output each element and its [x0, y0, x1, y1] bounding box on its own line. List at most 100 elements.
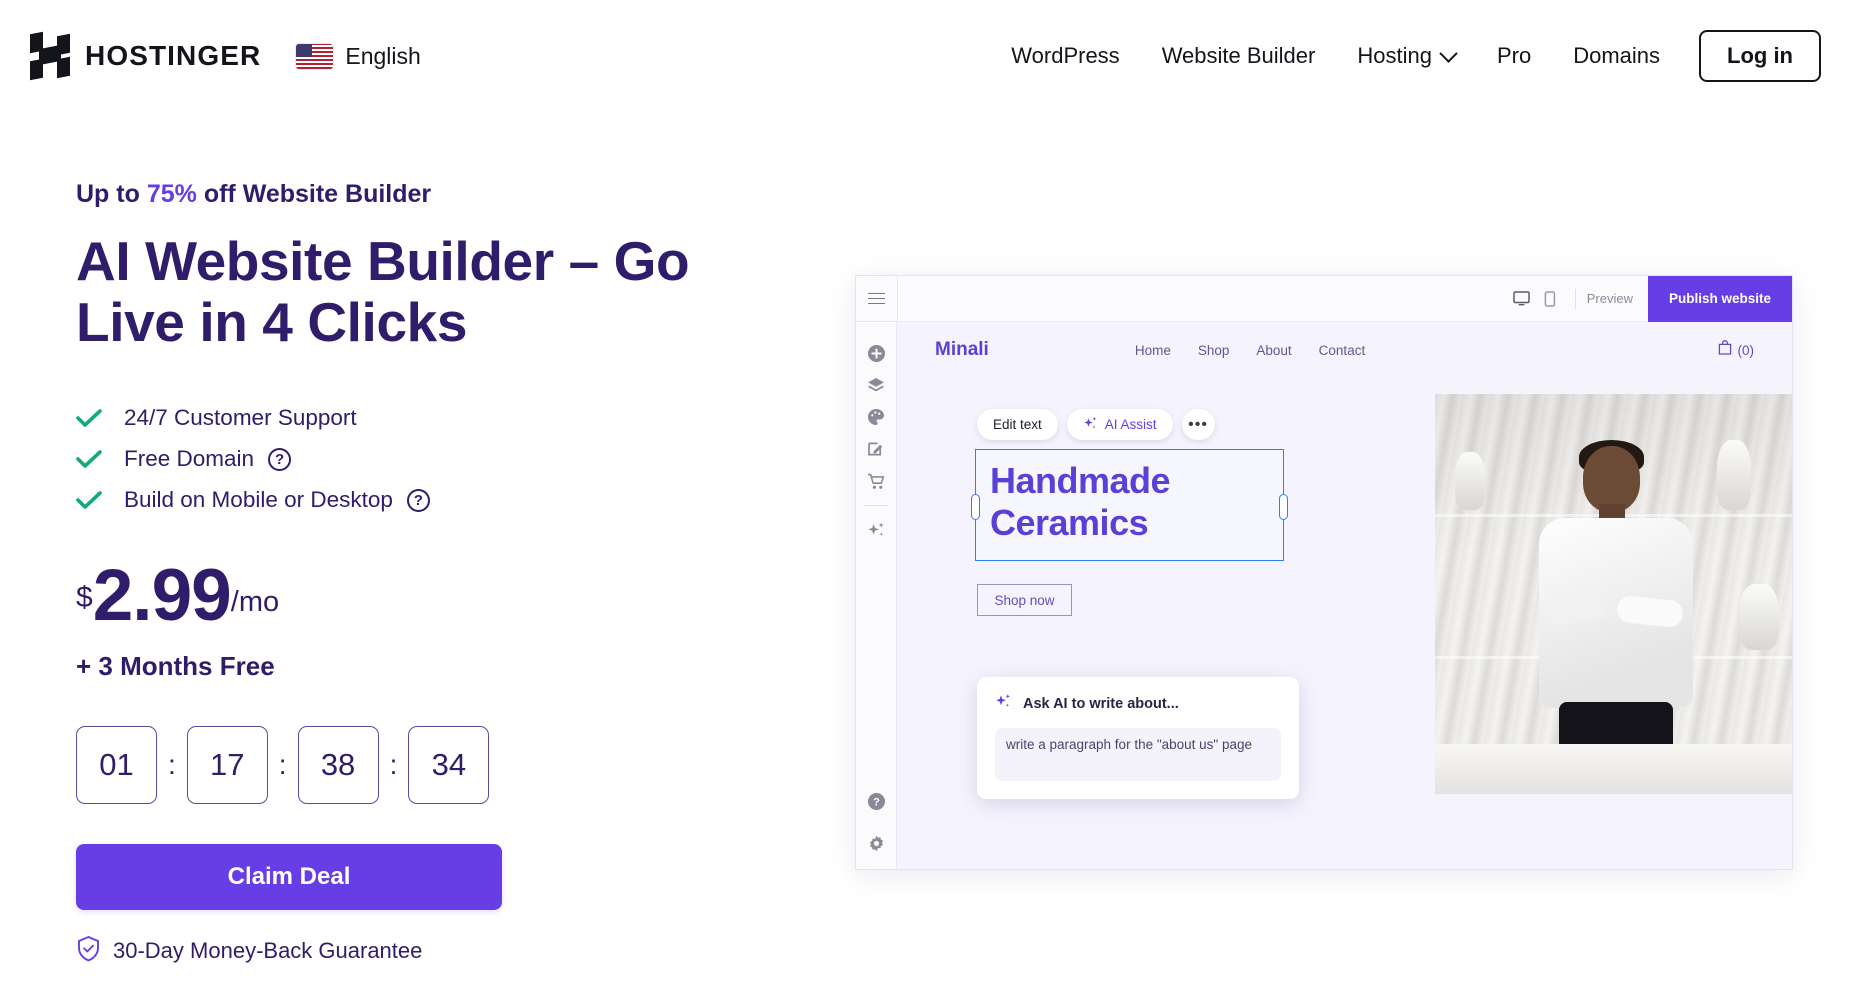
- timer-separator: :: [389, 749, 398, 781]
- promo-eyebrow: Up to 75% off Website Builder: [76, 180, 756, 209]
- site-brand: Minali: [935, 339, 989, 360]
- site-nav-contact[interactable]: Contact: [1319, 343, 1366, 358]
- feature-list: 24/7 Customer Support Free Domain ? Buil…: [76, 398, 756, 520]
- nav-label: Domains: [1573, 43, 1661, 68]
- ai-assist-button[interactable]: AI Assist: [1066, 409, 1173, 440]
- heading-text: Handmade Ceramics: [990, 460, 1171, 544]
- language-selector[interactable]: English: [296, 43, 421, 70]
- builder-sidebar-bottom: ?: [856, 785, 897, 859]
- shop-now-button[interactable]: Shop now: [977, 584, 1072, 616]
- check-icon: [76, 490, 102, 510]
- brand-logo[interactable]: HOSTINGER: [30, 31, 262, 81]
- feature-item-build-anywhere: Build on Mobile or Desktop ?: [76, 480, 756, 520]
- builder-top-bar-actions: Preview Publish website: [1508, 276, 1792, 322]
- timer-days: 01: [76, 726, 157, 805]
- more-options-button[interactable]: •••: [1181, 409, 1215, 440]
- claim-deal-button[interactable]: Claim Deal: [76, 844, 502, 911]
- site-nav-home[interactable]: Home: [1135, 343, 1171, 358]
- site-nav-shop[interactable]: Shop: [1198, 343, 1230, 358]
- hero-photo: [1435, 394, 1792, 794]
- primary-nav-links: WordPress Website Builder Hosting Pro Do…: [990, 30, 1821, 82]
- selected-heading-block[interactable]: Handmade Ceramics: [971, 449, 1288, 561]
- plus-icon[interactable]: [863, 337, 889, 369]
- check-icon: [76, 449, 102, 469]
- ai-assist-label: AI Assist: [1104, 417, 1157, 432]
- promo-prefix: Up to: [76, 180, 147, 208]
- timer-separator: :: [168, 749, 176, 781]
- nav-item-domains[interactable]: Domains: [1552, 43, 1681, 69]
- ai-panel-header: Ask AI to write about...: [995, 693, 1281, 715]
- shield-check-icon: [76, 935, 101, 967]
- element-edit-toolbar: Edit text AI Assist •••: [977, 409, 1215, 440]
- brand-name: HOSTINGER: [85, 40, 262, 71]
- guarantee-label: 30-Day Money-Back Guarantee: [113, 938, 423, 964]
- help-icon[interactable]: ?: [268, 447, 292, 471]
- edit-icon[interactable]: [863, 433, 889, 465]
- resize-handle-right[interactable]: [1279, 494, 1288, 520]
- person-photo: [1531, 440, 1701, 794]
- hostinger-landing-page: HOSTINGER English WordPress Website Buil…: [0, 0, 1849, 1005]
- nav-label: WordPress: [1011, 43, 1120, 68]
- cart-icon[interactable]: [863, 465, 889, 497]
- timer-seconds: 34: [408, 726, 490, 805]
- sparkles-icon: [1083, 416, 1098, 434]
- site-header: Minali Home Shop About Contact (0): [897, 322, 1792, 378]
- feature-item-free-domain: Free Domain ?: [76, 439, 756, 479]
- help-icon[interactable]: ?: [864, 785, 890, 817]
- currency-symbol: $: [76, 581, 93, 615]
- palette-icon[interactable]: [863, 401, 889, 433]
- price-display: $ 2.99 /mo: [76, 555, 756, 637]
- layers-icon[interactable]: [863, 369, 889, 401]
- ai-panel-title: Ask AI to write about...: [1023, 696, 1179, 712]
- site-nav: Home Shop About Contact: [1135, 343, 1365, 358]
- nav-item-website-builder[interactable]: Website Builder: [1141, 43, 1337, 69]
- price-period: /mo: [230, 586, 280, 619]
- builder-top-bar: Preview Publish website: [856, 276, 1792, 322]
- site-nav-about[interactable]: About: [1256, 343, 1291, 358]
- nav-item-wordpress[interactable]: WordPress: [990, 43, 1140, 69]
- preview-button[interactable]: Preview: [1587, 291, 1633, 306]
- price-amount: 2.99: [92, 555, 232, 637]
- foreground-surface: [1435, 744, 1792, 794]
- svg-text:?: ?: [873, 796, 880, 808]
- timer-separator: :: [278, 749, 287, 781]
- page-title: AI Website Builder – Go Live in 4 Clicks: [76, 230, 690, 354]
- hamburger-icon: [868, 289, 885, 308]
- publish-website-button[interactable]: Publish website: [1647, 276, 1792, 322]
- top-navigation-bar: HOSTINGER English WordPress Website Buil…: [0, 0, 1849, 112]
- help-icon[interactable]: ?: [406, 488, 430, 512]
- edit-text-button[interactable]: Edit text: [977, 409, 1058, 440]
- nav-label: Website Builder: [1161, 43, 1316, 68]
- timer-hours: 17: [186, 726, 268, 805]
- promo-percent: 75%: [146, 180, 197, 208]
- sparkles-icon[interactable]: [863, 514, 889, 546]
- menu-button[interactable]: [856, 276, 898, 322]
- chevron-down-icon: [1439, 43, 1458, 63]
- hero-content: Up to 75% off Website Builder AI Website…: [76, 180, 756, 967]
- builder-sidebar: ?: [856, 322, 897, 869]
- ai-write-panel: Ask AI to write about... write a paragra…: [977, 677, 1299, 799]
- ai-prompt-input[interactable]: write a paragraph for the "about us" pag…: [995, 728, 1281, 781]
- builder-canvas: Minali Home Shop About Contact (0) Edit …: [897, 322, 1792, 869]
- divider: [1574, 288, 1576, 309]
- mobile-view-icon[interactable]: [1536, 290, 1564, 307]
- feature-item-support: 24/7 Customer Support: [76, 398, 756, 438]
- nav-item-hosting[interactable]: Hosting: [1336, 43, 1476, 69]
- nav-label: Hosting: [1357, 43, 1432, 68]
- resize-handle-left[interactable]: [971, 494, 980, 520]
- desktop-view-icon[interactable]: [1508, 291, 1536, 306]
- feature-label: Free Domain: [124, 446, 255, 472]
- feature-label: 24/7 Customer Support: [124, 405, 357, 431]
- shopping-bag-icon: [1718, 340, 1732, 360]
- builder-body: ? Minali Home Shop About Contact (0) Edi…: [856, 322, 1792, 869]
- check-icon: [76, 408, 102, 428]
- us-flag-icon: [296, 43, 334, 69]
- hostinger-logo-icon: [30, 31, 70, 81]
- person-head: [1583, 446, 1640, 512]
- vase: [1717, 440, 1751, 510]
- money-back-guarantee: 30-Day Money-Back Guarantee: [76, 935, 756, 967]
- login-button[interactable]: Log in: [1699, 30, 1821, 82]
- site-cart[interactable]: (0): [1718, 340, 1754, 360]
- nav-item-pro[interactable]: Pro: [1476, 43, 1552, 69]
- settings-icon[interactable]: [864, 827, 890, 859]
